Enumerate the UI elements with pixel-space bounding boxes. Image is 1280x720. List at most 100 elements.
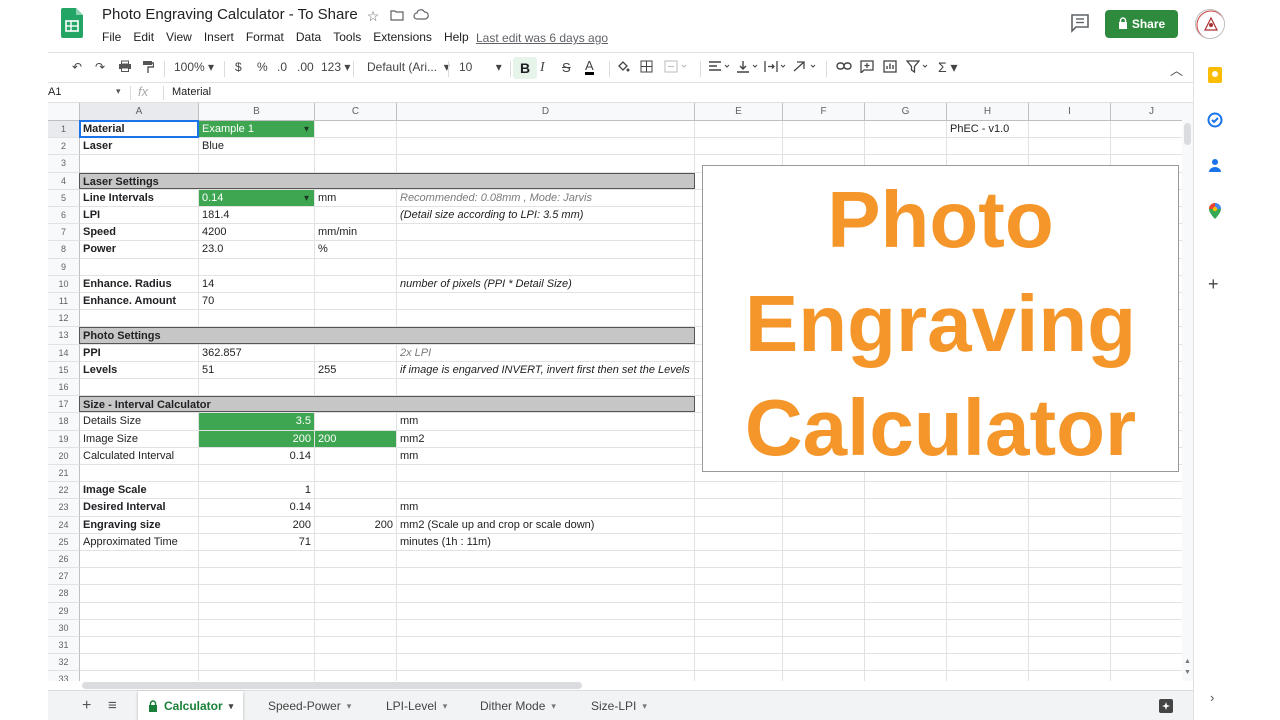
row-header-30[interactable]: 30 xyxy=(48,619,80,637)
show-side-panel-icon[interactable]: › xyxy=(1210,690,1214,705)
column-header-a[interactable]: A xyxy=(80,103,199,121)
cell-d6[interactable]: (Detail size according to LPI: 3.5 mm) xyxy=(397,207,694,223)
cell-d10[interactable]: number of pixels (PPI * Detail Size) xyxy=(397,276,694,292)
borders-icon[interactable] xyxy=(640,60,653,76)
cell-b11[interactable]: 70 xyxy=(199,293,314,309)
align-icon[interactable] xyxy=(708,60,732,75)
cell-b1[interactable]: Example 1 xyxy=(199,121,314,138)
document-title[interactable]: Photo Engraving Calculator - To Share xyxy=(102,6,358,23)
row-header-33[interactable]: 33 xyxy=(48,671,80,681)
row-header-17[interactable]: 17 xyxy=(48,396,80,414)
currency-format-button[interactable]: $ xyxy=(235,60,242,74)
explore-icon[interactable] xyxy=(1158,698,1174,714)
strikethrough-icon[interactable]: S xyxy=(562,60,571,75)
cell-a14[interactable]: PPI xyxy=(80,345,198,361)
cell-d24[interactable]: mm2 (Scale up and crop or scale down) xyxy=(397,517,694,533)
column-header-c[interactable]: C xyxy=(315,103,397,121)
add-sheet-icon[interactable]: + xyxy=(82,697,91,715)
row-header-23[interactable]: 23 xyxy=(48,499,80,517)
cell-d18[interactable]: mm xyxy=(397,413,694,429)
functions-icon[interactable]: Σ ▾ xyxy=(938,60,958,74)
cell-b8[interactable]: 23.0 xyxy=(199,241,314,257)
menu-format[interactable]: Format xyxy=(246,30,290,44)
title-banner-image[interactable]: Photo Engraving Calculator xyxy=(702,165,1179,472)
cell-d20[interactable]: mm xyxy=(397,448,694,464)
filter-icon[interactable] xyxy=(905,60,930,76)
cell-a11[interactable]: Enhance. Amount xyxy=(80,293,198,309)
fill-color-icon[interactable] xyxy=(616,60,630,77)
chart-icon[interactable] xyxy=(883,60,897,76)
row-header-19[interactable]: 19 xyxy=(48,430,80,448)
vertical-scroll-thumb[interactable] xyxy=(1184,123,1191,145)
cell-a20[interactable]: Calculated Interval xyxy=(80,448,198,464)
cloud-status-icon[interactable] xyxy=(412,7,430,25)
name-box-dropdown-icon[interactable]: ▾ xyxy=(116,86,121,97)
row-header-24[interactable]: 24 xyxy=(48,516,80,534)
cell-b7[interactable]: 4200 xyxy=(199,224,314,240)
column-header-j[interactable]: J xyxy=(1111,103,1182,121)
row-header-10[interactable]: 10 xyxy=(48,275,80,293)
row-header-1[interactable]: 1 xyxy=(48,121,80,139)
cell-a23[interactable]: Desired Interval xyxy=(80,499,198,515)
horizontal-scroll-thumb[interactable] xyxy=(82,682,582,689)
cell-c19[interactable]: 200 xyxy=(315,430,396,447)
cell-b23[interactable]: 0.14 xyxy=(199,499,314,515)
insert-comment-icon[interactable] xyxy=(860,60,874,76)
decrease-decimal-button[interactable]: .0 xyxy=(277,60,287,74)
vertical-scrollbar[interactable]: ▲ ▼ xyxy=(1182,103,1193,681)
font-size-select[interactable]: 10 ▾ xyxy=(459,60,502,74)
cell-b15[interactable]: 51 xyxy=(199,362,314,378)
font-select[interactable]: Default (Ari... ▾ xyxy=(367,60,450,74)
cell-a25[interactable]: Approximated Time xyxy=(80,534,198,550)
link-icon[interactable] xyxy=(836,60,852,74)
tab-size-lpi[interactable]: Size-LPI ▾ xyxy=(581,691,657,720)
cell-d5[interactable]: Recommended: 0.08mm , Mode: Jarvis xyxy=(397,190,694,206)
tasks-icon[interactable] xyxy=(1207,112,1223,128)
cell-d25[interactable]: minutes (1h : 11m) xyxy=(397,534,694,550)
cell-b6[interactable]: 181.4 xyxy=(199,207,314,223)
tab-dither-mode[interactable]: Dither Mode ▾ xyxy=(470,691,566,720)
menu-help[interactable]: Help xyxy=(444,30,475,44)
tab-dropdown-icon[interactable]: ▾ xyxy=(443,701,448,712)
cell-b22[interactable]: 1 xyxy=(199,482,314,498)
menu-edit[interactable]: Edit xyxy=(133,30,160,44)
section-header[interactable]: Size - Interval Calculator xyxy=(79,396,695,413)
formula-input[interactable]: Material xyxy=(172,86,211,98)
cell-d14[interactable]: 2x LPI xyxy=(397,345,694,361)
cell-b19[interactable]: 200 xyxy=(199,430,314,447)
star-icon[interactable]: ☆ xyxy=(364,7,382,25)
section-header[interactable]: Photo Settings xyxy=(79,327,695,344)
contacts-icon[interactable] xyxy=(1207,157,1223,173)
comments-icon[interactable] xyxy=(1069,13,1091,33)
cell-b2[interactable]: Blue xyxy=(199,138,314,154)
cell-a7[interactable]: Speed xyxy=(80,224,198,240)
row-header-20[interactable]: 20 xyxy=(48,447,80,465)
column-header-b[interactable]: B xyxy=(199,103,315,121)
menu-tools[interactable]: Tools xyxy=(333,30,367,44)
cell-b25[interactable]: 71 xyxy=(199,534,314,550)
column-header-f[interactable]: F xyxy=(783,103,865,121)
column-header-e[interactable]: E xyxy=(695,103,783,121)
cell-c8[interactable]: % xyxy=(315,241,396,257)
cell-b18[interactable]: 3.5 xyxy=(199,413,314,430)
cell-a8[interactable]: Power xyxy=(80,241,198,257)
get-add-ons-icon[interactable]: + xyxy=(1208,274,1219,295)
row-header-16[interactable]: 16 xyxy=(48,379,80,397)
cell-a5[interactable]: Line Intervals xyxy=(80,190,198,206)
print-icon[interactable] xyxy=(118,60,132,75)
number-format-select[interactable]: 123 ▾ xyxy=(321,60,350,74)
row-header-11[interactable]: 11 xyxy=(48,293,80,311)
menu-view[interactable]: View xyxy=(166,30,198,44)
redo-icon[interactable]: ↷ xyxy=(95,60,105,74)
row-header-15[interactable]: 15 xyxy=(48,361,80,379)
row-header-4[interactable]: 4 xyxy=(48,172,80,190)
row-header-29[interactable]: 29 xyxy=(48,602,80,620)
tab-lpi-level[interactable]: LPI-Level ▾ xyxy=(376,691,457,720)
scroll-up-arrow-icon[interactable]: ▲ xyxy=(1184,658,1191,665)
cell-a6[interactable]: LPI xyxy=(80,207,198,223)
row-header-18[interactable]: 18 xyxy=(48,413,80,431)
menu-file[interactable]: File xyxy=(102,30,127,44)
row-header-2[interactable]: 2 xyxy=(48,138,80,156)
undo-icon[interactable]: ↶ xyxy=(72,60,82,74)
column-header-i[interactable]: I xyxy=(1029,103,1111,121)
